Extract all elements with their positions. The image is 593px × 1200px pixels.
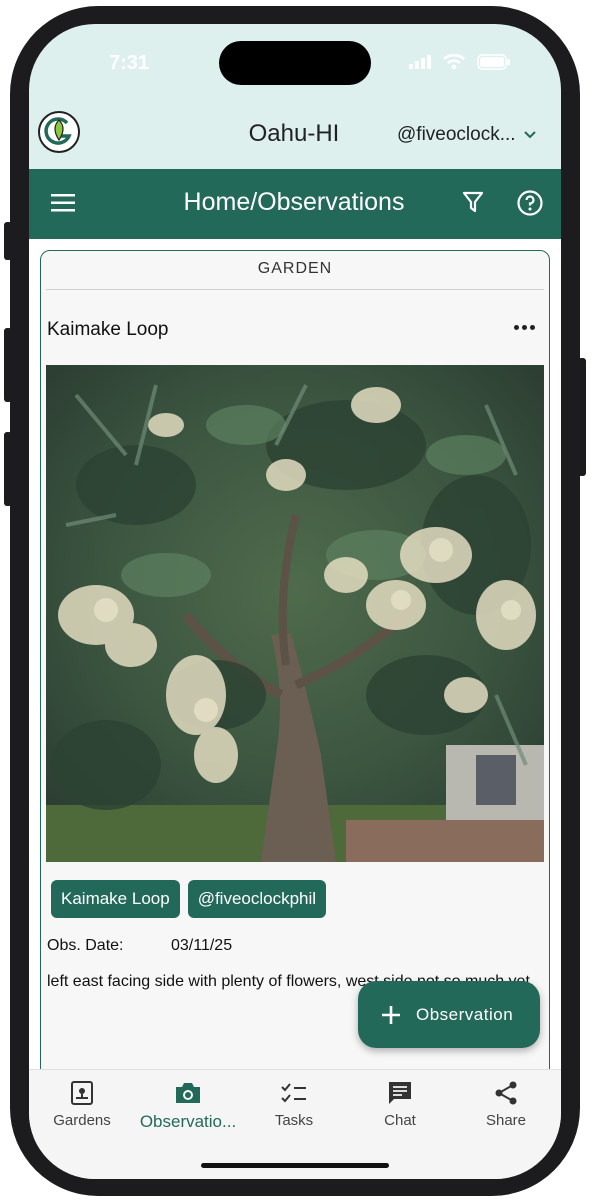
add-observation-label: Observation — [416, 1004, 514, 1024]
help-icon[interactable] — [517, 190, 543, 216]
observation-date-value: 03/11/25 — [171, 937, 233, 954]
user-dropdown[interactable]: @fiveoclock... — [397, 124, 536, 146]
filter-icon[interactable] — [462, 191, 484, 213]
nav-item-label: Gardens — [53, 1112, 111, 1129]
site-title: Oahu-HI — [248, 120, 340, 147]
user-dropdown-label: @fiveoclock... — [397, 124, 516, 145]
nav-item-tasks[interactable]: Tasks — [241, 1078, 347, 1129]
chat-icon — [389, 1082, 411, 1104]
page-title: Home/Observations — [183, 188, 405, 216]
garden-icon — [71, 1081, 93, 1105]
screen: 7:31 Oahu-HI @fiveoclock... Home/Observa… — [29, 24, 561, 1179]
card-section-label: GARDEN — [46, 251, 544, 290]
phone-side-button — [4, 222, 12, 260]
observation-date: Obs. Date: 03/11/25 — [47, 937, 232, 955]
more-options-icon[interactable] — [514, 325, 535, 330]
home-indicator[interactable] — [201, 1163, 389, 1168]
nav-item-gardens[interactable]: Gardens — [29, 1078, 135, 1129]
phone-side-button — [4, 432, 12, 506]
camera-icon — [176, 1083, 200, 1103]
observation-photo — [46, 365, 544, 862]
nav-item-label: Share — [485, 1112, 527, 1129]
status-icons — [409, 54, 511, 70]
observation-date-label: Obs. Date: — [47, 937, 124, 954]
nav-item-label: Tasks — [274, 1112, 314, 1129]
chevron-down-icon — [523, 131, 536, 139]
user-chip[interactable]: @fiveoclockphil — [187, 880, 327, 918]
app-bar: Home/Observations — [29, 169, 561, 239]
garden-chip[interactable]: Kaimake Loop — [51, 880, 180, 918]
checklist-icon — [281, 1083, 306, 1103]
add-observation-button[interactable]: Observation — [358, 981, 540, 1048]
app-logo-icon[interactable] — [37, 110, 81, 154]
nav-item-share[interactable]: Share — [453, 1078, 559, 1129]
phone-side-button — [578, 358, 586, 476]
dynamic-island — [219, 41, 371, 85]
nav-item-label: Chat — [384, 1112, 416, 1129]
share-icon — [495, 1081, 517, 1105]
signal-icon — [409, 55, 431, 69]
nav-item-chat[interactable]: Chat — [347, 1078, 453, 1129]
battery-icon — [477, 54, 510, 70]
plus-icon — [382, 1005, 400, 1024]
nav-item-observations[interactable]: Observatio... — [135, 1078, 241, 1132]
observation-card: GARDEN Kaimake Loop Kaimake Loop @fiveoc… — [40, 250, 550, 1102]
content-area: GARDEN Kaimake Loop Kaimake Loop @fiveoc… — [29, 239, 561, 1102]
phone-side-button — [4, 328, 12, 402]
status-time: 7:31 — [109, 52, 150, 74]
tag-chips: Kaimake Loop @fiveoclockphil — [51, 880, 327, 918]
nav-item-label: Observatio... — [139, 1112, 237, 1131]
observation-title: Kaimake Loop — [47, 319, 169, 340]
hamburger-menu-icon[interactable] — [51, 193, 75, 213]
app-header: Oahu-HI @fiveoclock... — [29, 102, 561, 169]
wifi-icon — [443, 54, 465, 70]
